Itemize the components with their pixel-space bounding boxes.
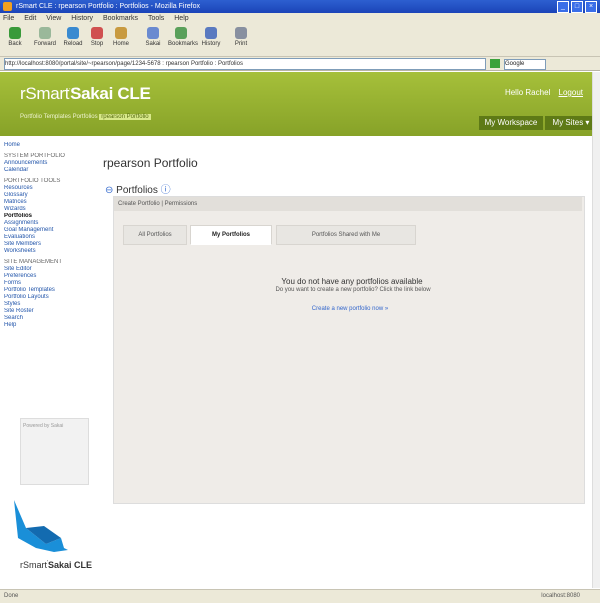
window-title: rSmart CLE : rpearson Portfolio : Portfo… (16, 3, 201, 10)
bookmarks-button[interactable]: Bookmarks (168, 27, 198, 47)
sidebar-item[interactable]: Home (4, 142, 88, 149)
print-icon (235, 27, 247, 39)
tool-menu: Home SYSTEM PORTFOLIO Announcements Calenda… (4, 142, 88, 442)
sakai-button[interactable]: Sakai (140, 27, 166, 47)
history-icon (205, 27, 217, 39)
sidebar-item[interactable]: Glossary (4, 192, 88, 199)
stop-icon (91, 27, 103, 39)
site-tab-current[interactable]: rpearson Portfolio (99, 114, 151, 120)
bookmarks-icon (175, 27, 187, 39)
create-portfolio-link[interactable]: Create a new portfolio now » (230, 306, 470, 312)
brand-logo: rSmart'Sakai CLE (20, 84, 151, 103)
forward-button[interactable]: Forward (32, 27, 58, 47)
reload-button[interactable]: Reload (60, 27, 86, 47)
close-icon[interactable]: × (585, 1, 597, 13)
firefox-icon (3, 2, 12, 11)
menu-history[interactable]: History (71, 15, 93, 22)
status-bar: Done localhost:8080 (0, 589, 600, 603)
menu-tools[interactable]: Tools (148, 15, 164, 22)
nav-section-heading: SYSTEM PORTFOLIO (4, 153, 65, 159)
back-arrow-icon (9, 27, 21, 39)
page-title: rpearson Portfolio (103, 156, 198, 170)
sidebar-item[interactable]: Site Roster (4, 308, 88, 315)
menu-help[interactable]: Help (174, 15, 188, 22)
sidebar-item[interactable]: Evaluations (4, 234, 88, 241)
address-bar: http://localhost:8080/portal/site/~rpear… (0, 57, 600, 71)
sidebar-item[interactable]: Portfolio Layouts (4, 294, 88, 301)
nav-section-heading: PORTFOLIO TOOLS (4, 178, 61, 184)
sidebar-item[interactable]: Styles (4, 301, 88, 308)
tab-my-portfolios[interactable]: My Portfolios (190, 225, 272, 245)
empty-state-subtitle: Do you want to create a new portfolio? C… (275, 287, 431, 293)
powered-by-box: Powered by Sakai (20, 418, 89, 485)
minimize-icon[interactable]: _ (557, 1, 569, 13)
menu-file[interactable]: File (3, 15, 14, 22)
sidebar-item[interactable]: Announcements (4, 160, 88, 167)
sidebar-item[interactable]: Portfolio Templates (4, 287, 88, 294)
go-icon[interactable] (490, 59, 500, 68)
print-button[interactable]: Print (228, 27, 254, 47)
tab-all-portfolios[interactable]: All Portfolios (123, 225, 187, 245)
sidebar-item[interactable]: Site Members (4, 241, 88, 248)
my-sites-button[interactable]: My Sites ▾ (545, 116, 597, 130)
menu-view[interactable]: View (46, 15, 61, 22)
site-tab-links[interactable]: Portfolio Templates Portfolios (20, 114, 98, 120)
tool-actions-links[interactable]: Create Portfolio | Permissions (118, 201, 197, 207)
help-icon[interactable]: ⓘ (161, 185, 171, 196)
window-titlebar: rSmart CLE : rpearson Portfolio : Portfo… (0, 0, 600, 13)
home-button[interactable]: Home (108, 27, 134, 47)
sidebar-item[interactable]: Forms (4, 280, 88, 287)
sakai-icon (147, 27, 159, 39)
history-button[interactable]: History (198, 27, 224, 47)
sidebar-item[interactable]: Site Editor (4, 266, 88, 273)
reload-icon (67, 27, 79, 39)
back-button[interactable]: Back (2, 27, 28, 47)
greeting: Hello Rachel (504, 88, 551, 97)
search-input[interactable]: Google (504, 59, 546, 70)
url-input[interactable]: http://localhost:8080/portal/site/~rpear… (4, 58, 486, 70)
tab-shared-with-me[interactable]: Portfolios Shared with Me (276, 225, 416, 245)
pen-logo-icon (14, 500, 68, 552)
sidebar-item[interactable]: Matrices (4, 199, 88, 206)
sidebar-item[interactable]: Calendar (4, 167, 88, 174)
nav-section-heading: SITE MANAGEMENT (4, 259, 63, 265)
home-icon (115, 27, 127, 39)
tool-title: ⊖ Portfolios ⓘ (105, 185, 171, 196)
window-controls: _ □ × (557, 1, 597, 13)
sidebar-item[interactable]: Resources (4, 185, 88, 192)
tool-actions-bar: Create Portfolio | Permissions (114, 197, 582, 211)
collapse-icon[interactable]: ⊖ (105, 185, 113, 196)
navigation-toolbar: Back Forward Reload Stop Home Sakai Book… (0, 24, 600, 57)
menu-edit[interactable]: Edit (24, 15, 36, 22)
forward-arrow-icon (39, 27, 51, 39)
stop-button[interactable]: Stop (84, 27, 110, 47)
logout-link[interactable]: Logout (559, 88, 583, 97)
page-scrollbar[interactable] (592, 72, 600, 588)
menu-bookmarks[interactable]: Bookmarks (103, 15, 138, 22)
sidebar-item[interactable]: Wizards (4, 206, 88, 213)
my-workspace-button[interactable]: My Workspace (479, 116, 543, 130)
sidebar-item[interactable]: Preferences (4, 273, 88, 280)
sidebar-item[interactable]: Help (4, 322, 88, 329)
status-text: Done (4, 593, 19, 599)
maximize-icon[interactable]: □ (571, 1, 583, 13)
sidebar-item[interactable]: Worksheets (4, 248, 88, 255)
footer-brand: rSmart'Sakai CLE (20, 560, 92, 570)
status-host: localhost:8080 (541, 593, 580, 599)
sidebar-item[interactable]: Goal Management (4, 227, 88, 234)
site-tabs: Portfolio Templates Portfolios rpearson … (20, 114, 151, 120)
sidebar-item[interactable]: Search (4, 315, 88, 322)
menu-bar: File Edit View History Bookmarks Tools H… (0, 13, 600, 24)
empty-state-title: You do not have any portfolios available (281, 277, 423, 286)
sidebar-item[interactable]: Assignments (4, 220, 88, 227)
sidebar-item[interactable]: Portfolios (4, 213, 88, 220)
user-nav: Hello Rachel Logout (505, 88, 583, 97)
